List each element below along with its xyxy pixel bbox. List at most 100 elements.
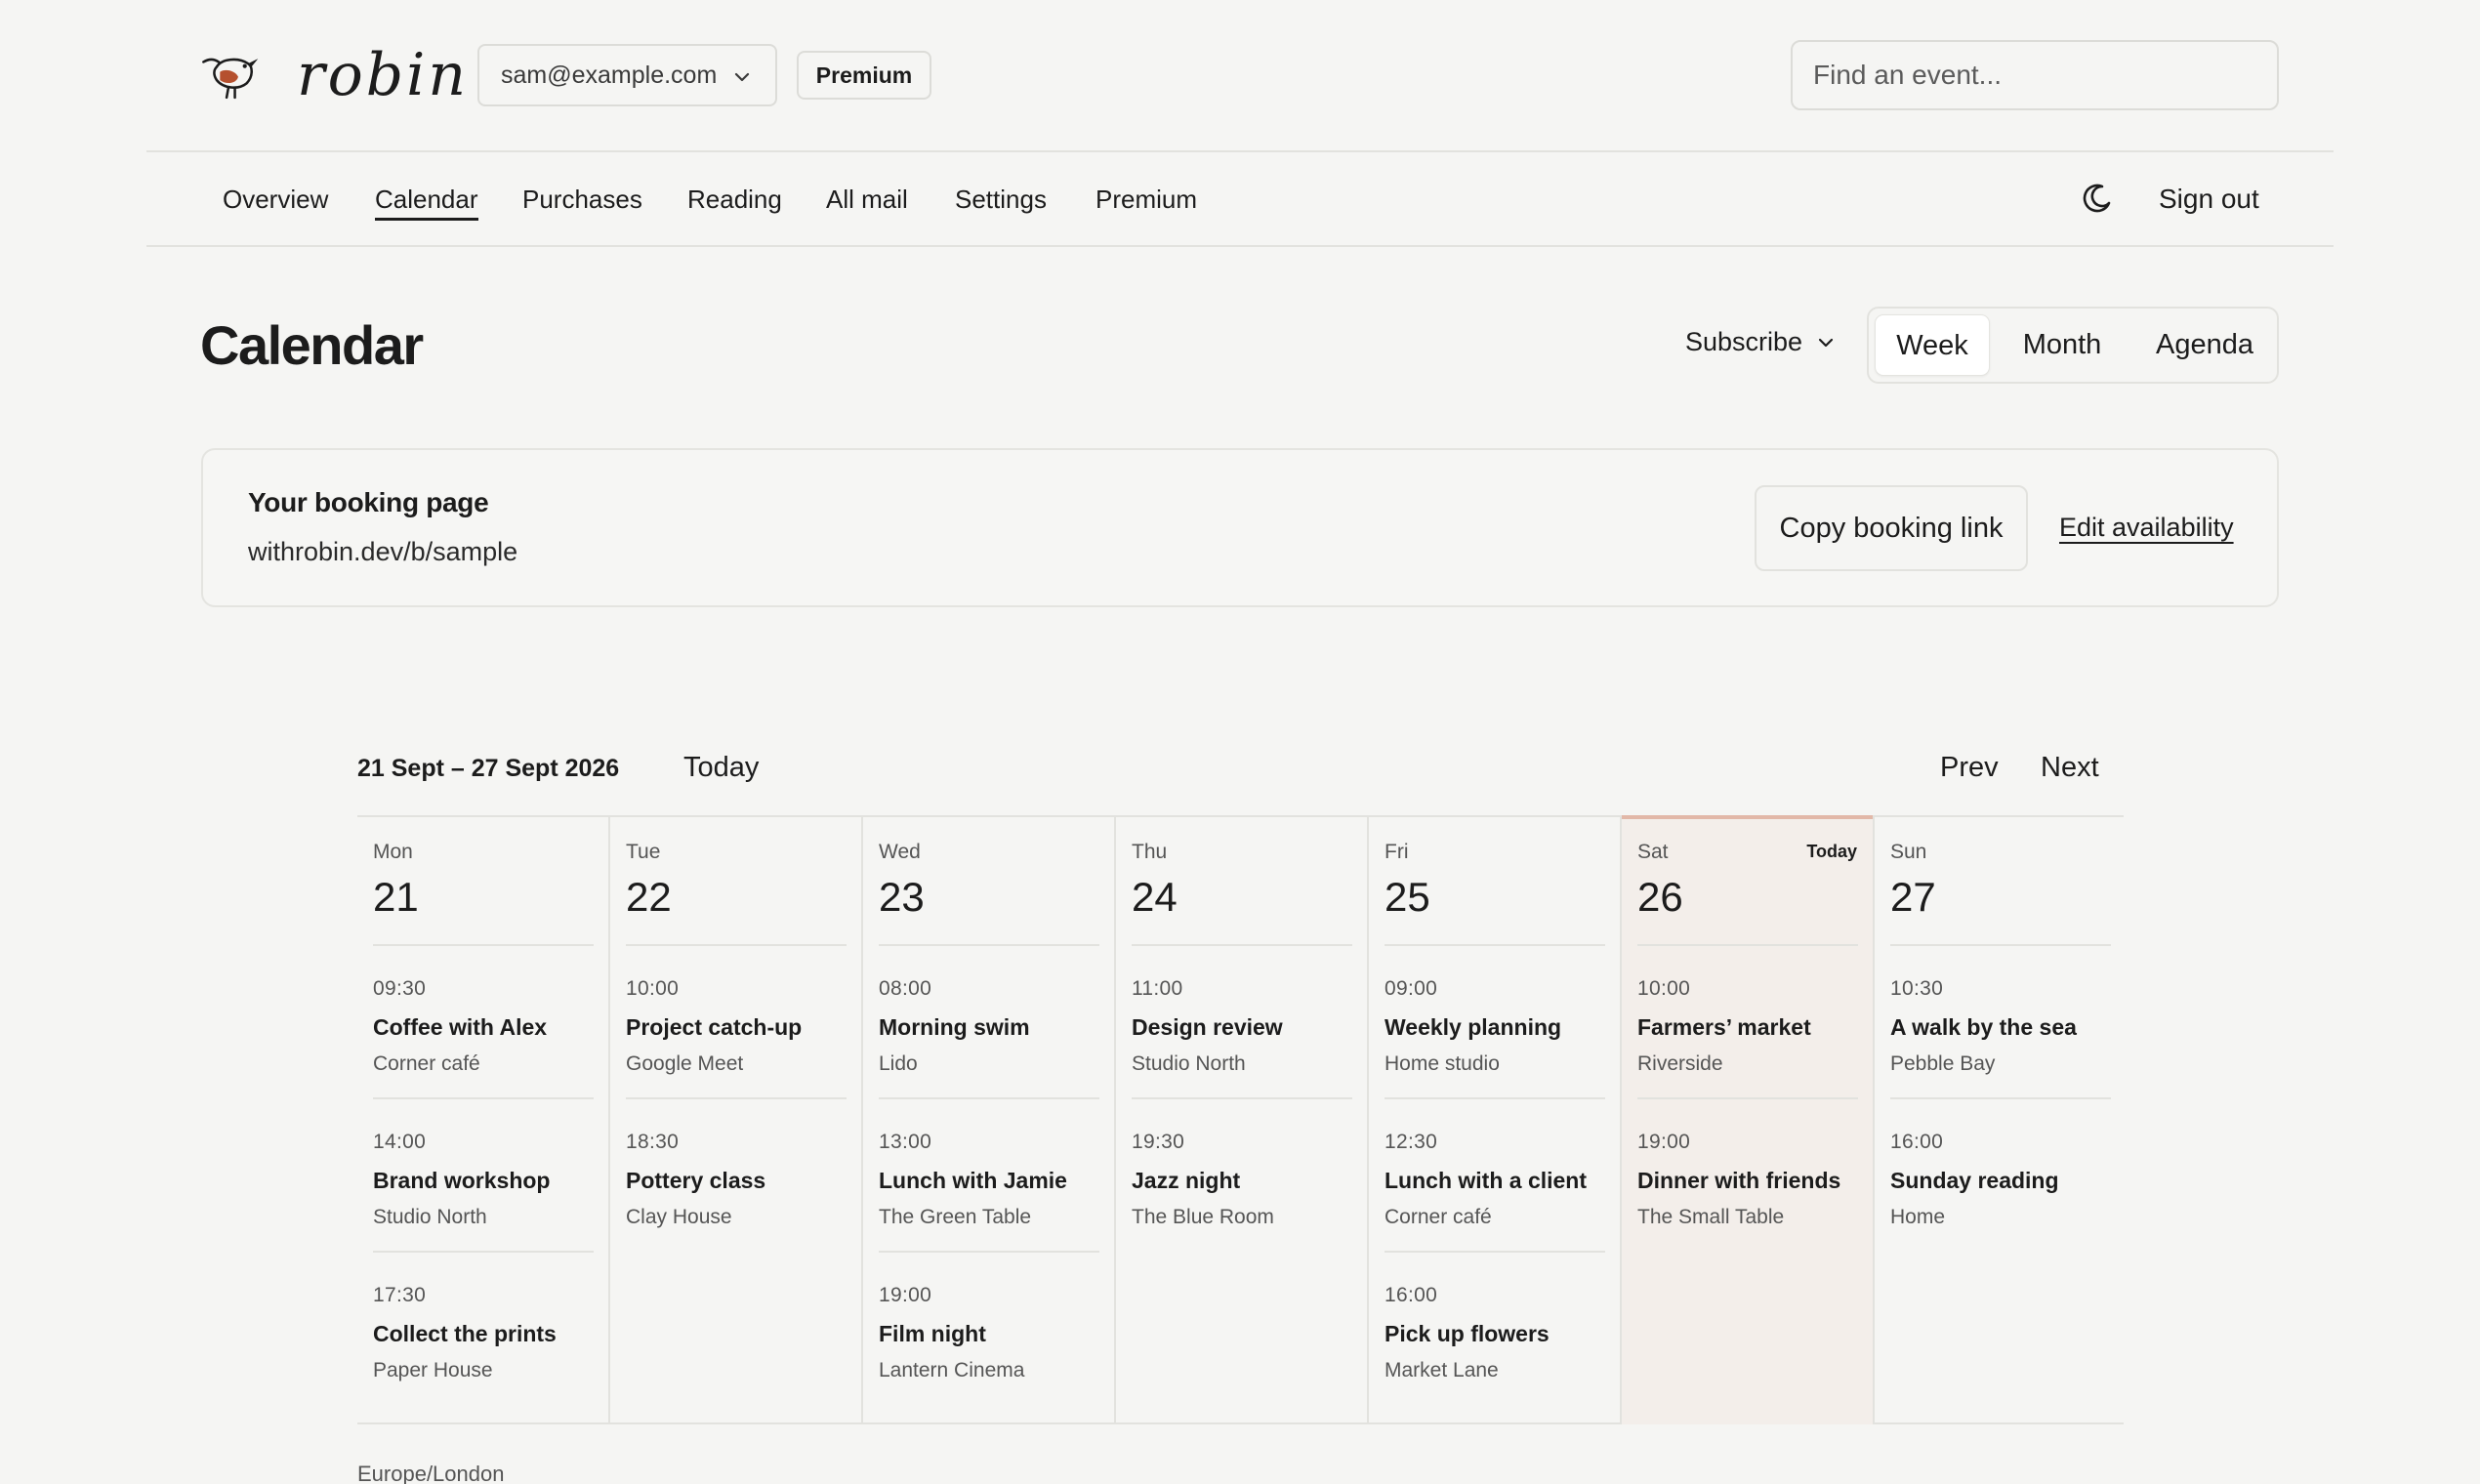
event-title: Pottery class [626,1168,766,1193]
day-of-week: Thu [1132,841,1168,863]
event-time: 10:30 [1890,977,1944,1000]
event-item[interactable]: 19:00 Dinner with friends The Small Table [1637,1097,1858,1251]
event-title: Film night [879,1321,986,1346]
view-week-button[interactable]: Week [1875,314,1990,376]
event-title: Farmers’ market [1637,1014,1811,1040]
next-button[interactable]: Next [2041,752,2099,784]
event-item[interactable]: 16:00 Pick up flowers Market Lane [1385,1251,1605,1404]
moon-icon[interactable] [2081,182,2114,215]
event-item[interactable]: 14:00 Brand workshop Studio North [373,1097,594,1251]
event-list: 09:30 Coffee with Alex Corner café 14:00 Bra… [373,944,594,1404]
event-item[interactable]: 17:30 Collect the prints Paper House [373,1251,594,1404]
event-location: Riverside [1637,1052,1723,1075]
sign-out-button[interactable]: Sign out [2159,184,2259,215]
nav-item-settings[interactable]: Settings [955,184,1047,215]
event-title: Sunday reading [1890,1168,2059,1193]
event-time: 10:00 [626,977,680,1000]
event-title: Jazz night [1132,1168,1241,1193]
event-item[interactable]: 16:00 Sunday reading Home [1890,1097,2111,1251]
day-column-sun: Sun 27 10:30 A walk by the sea Pebble Bay 16:… [1875,817,2128,1424]
event-list: 10:00 Project catch-up Google Meet 18:30 Pot… [626,944,847,1251]
event-item[interactable]: 10:00 Project catch-up Google Meet [626,944,847,1097]
event-list: 10:30 A walk by the sea Pebble Bay 16:00 Sun… [1890,944,2111,1251]
day-column-tue: Tue 22 10:00 Project catch-up Google Meet 18:… [610,817,863,1424]
prev-button[interactable]: Prev [1940,752,1999,784]
event-time: 19:00 [879,1284,932,1306]
event-time: 12:30 [1385,1131,1438,1153]
view-agenda-button[interactable]: Agenda [2138,314,2271,376]
account-select[interactable]: sam@example.com [477,44,777,106]
subscribe-label: Subscribe [1685,327,1803,356]
event-item[interactable]: 10:30 A walk by the sea Pebble Bay [1890,944,2111,1097]
today-tag: Today [1806,842,1857,861]
nav-item-premium[interactable]: Premium [1095,184,1197,215]
event-item[interactable]: 09:00 Weekly planning Home studio [1385,944,1605,1097]
copy-booking-link-button[interactable]: Copy booking link [1755,485,2028,571]
nav-item-calendar[interactable]: Calendar [375,184,478,221]
event-time: 19:00 [1637,1131,1691,1153]
day-of-week: Tue [626,841,661,863]
view-switcher: Week Month Agenda [1867,307,2279,384]
nav-item-purchases[interactable]: Purchases [522,184,642,215]
day-column-thu: Thu 24 11:00 Design review Studio North 19:30… [1116,817,1369,1424]
today-button[interactable]: Today [683,752,759,784]
chevron-down-icon [1818,338,1834,347]
brand-logo[interactable]: robin [200,41,469,109]
event-location: The Small Table [1637,1206,1785,1228]
day-of-week: Fri [1385,841,1409,863]
event-item[interactable]: 19:00 Film night Lantern Cinema [879,1251,1099,1404]
view-month-button[interactable]: Month [2000,314,2125,376]
event-item[interactable]: 09:30 Coffee with Alex Corner café [373,944,594,1097]
event-item[interactable]: 11:00 Design review Studio North [1132,944,1352,1097]
event-title: Lunch with a client [1385,1168,1588,1193]
event-item[interactable]: 12:30 Lunch with a client Corner café [1385,1097,1605,1251]
subscribe-button[interactable]: Subscribe [1685,327,1836,357]
event-item[interactable]: 10:00 Farmers’ market Riverside [1637,944,1858,1097]
day-number: 27 [1890,874,1936,920]
edit-availability-link[interactable]: Edit availability [2059,513,2234,543]
event-location: Studio North [1132,1052,1246,1075]
event-time: 16:00 [1890,1131,1944,1153]
day-number: 25 [1385,874,1430,920]
event-time: 18:30 [626,1131,680,1153]
event-time: 17:30 [373,1284,427,1306]
day-column-fri: Fri 25 09:00 Weekly planning Home studio 12:3… [1369,817,1622,1424]
event-time: 08:00 [879,977,932,1000]
event-list: 11:00 Design review Studio North 19:30 Jazz … [1132,944,1352,1251]
day-of-week: Sat [1637,841,1669,863]
event-location: Google Meet [626,1052,744,1075]
day-number: 23 [879,874,925,920]
event-title: Lunch with Jamie [879,1168,1067,1193]
event-title: A walk by the sea [1890,1014,2077,1040]
robin-bird-icon [202,58,259,100]
event-location: Market Lane [1385,1359,1499,1381]
event-title: Weekly planning [1385,1014,1562,1040]
event-item[interactable]: 08:00 Morning swim Lido [879,944,1099,1097]
event-item[interactable]: 13:00 Lunch with Jamie The Green Table [879,1097,1099,1251]
event-time: 16:00 [1385,1284,1438,1306]
day-of-week: Sun [1890,841,1927,863]
event-title: Morning swim [879,1014,1030,1040]
event-location: Home studio [1385,1052,1500,1075]
nav-item-reading[interactable]: Reading [687,184,782,215]
event-item[interactable]: 18:30 Pottery class Clay House [626,1097,847,1251]
brand-wordmark: robin [296,41,469,109]
day-number: 21 [373,874,419,920]
event-location: Clay House [626,1206,732,1228]
event-title: Pick up flowers [1385,1321,1550,1346]
nav-item-overview[interactable]: Overview [223,184,328,215]
day-number: 22 [626,874,672,920]
event-item[interactable]: 19:30 Jazz night The Blue Room [1132,1097,1352,1251]
event-location: Home [1890,1206,1946,1228]
event-location: Paper House [373,1359,493,1381]
event-time: 13:00 [879,1131,932,1153]
event-location: Corner café [1385,1206,1492,1228]
event-time: 14:00 [373,1131,427,1153]
booking-card: Your booking page withrobin.dev/b/sample… [201,448,2279,607]
event-location: The Green Table [879,1206,1032,1228]
event-title: Project catch-up [626,1014,803,1040]
nav-item-all-mail[interactable]: All mail [826,184,908,215]
nav-divider [146,245,2334,247]
event-time: 11:00 [1132,977,1183,1000]
search-input[interactable] [1791,40,2279,110]
